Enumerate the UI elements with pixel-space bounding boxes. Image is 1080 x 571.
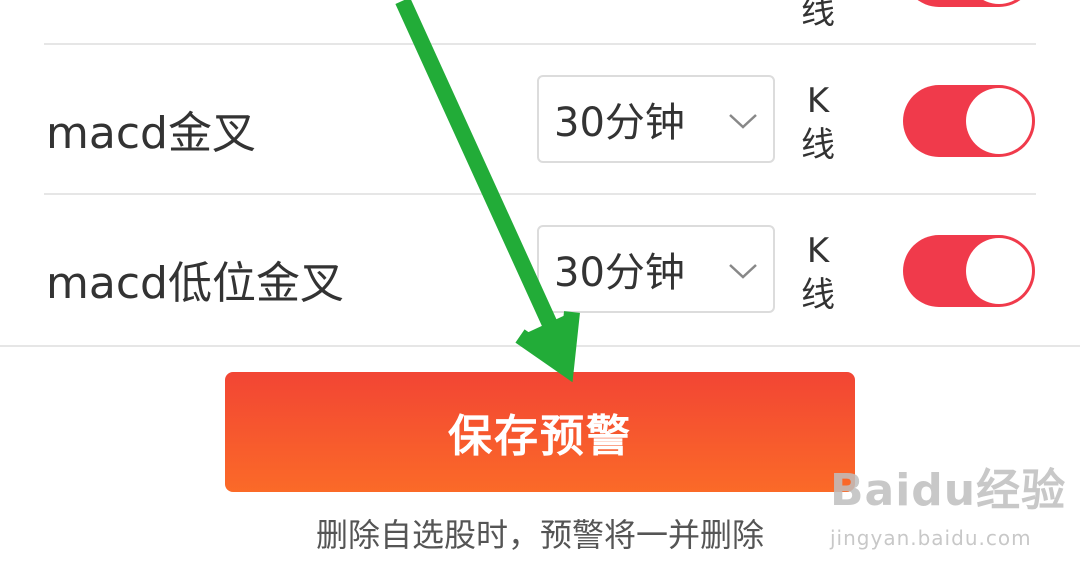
chevron-down-icon [729, 264, 757, 279]
unit-line-2: 线 [801, 125, 835, 165]
toggle-knob [966, 88, 1032, 154]
alert-row-macd-low-golden-cross: macd低位金叉 30分钟 K 线 [0, 195, 1080, 345]
toggle-knob [966, 0, 1032, 4]
alert-toggle[interactable] [903, 85, 1035, 157]
unit-line-1: K [806, 231, 830, 271]
unit-line-2: 线 [801, 275, 835, 315]
alert-toggle[interactable] [903, 235, 1035, 307]
alert-toggle[interactable] [903, 0, 1035, 7]
toggle-knob [966, 238, 1032, 304]
watermark-logo: Baidu经验 [830, 465, 1067, 516]
unit-label: K 线 [798, 79, 838, 167]
section-divider [0, 345, 1080, 347]
delete-hint-text: 删除自选股时，预警将一并删除 [315, 516, 764, 554]
interval-select[interactable]: 30分钟 [537, 225, 775, 313]
alert-label: macd低位金叉 [46, 258, 344, 309]
alert-row-partial: 线 [0, 0, 1080, 45]
unit-line-1: K [806, 81, 830, 121]
interval-value: 30分钟 [554, 250, 685, 296]
chevron-down-icon [729, 114, 757, 129]
alert-row-macd-golden-cross: macd金叉 30分钟 K 线 [0, 45, 1080, 195]
save-alert-button[interactable]: 保存预警 [225, 372, 855, 492]
interval-select[interactable]: 30分钟 [537, 75, 775, 163]
unit-label: K 线 [798, 229, 838, 317]
interval-value: 30分钟 [554, 100, 685, 146]
alert-label: macd金叉 [46, 108, 256, 159]
unit-label: 线 [801, 0, 835, 32]
